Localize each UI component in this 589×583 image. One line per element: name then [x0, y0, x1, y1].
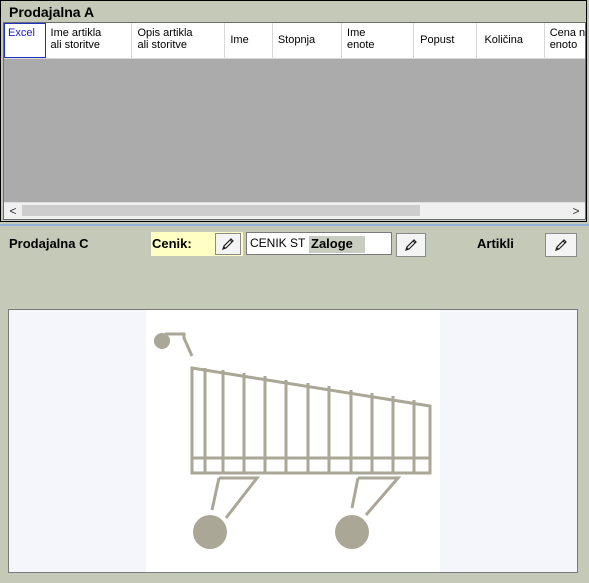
- image-preview: [8, 309, 578, 573]
- column-header-name[interactable]: Ime: [225, 23, 273, 58]
- column-header-rate[interactable]: Stopnja: [273, 23, 343, 58]
- column-header-quantity[interactable]: Količina: [477, 23, 545, 58]
- cenik-value: CENIK ST: [250, 236, 306, 250]
- panel-a-title: Prodajalna A: [9, 4, 95, 20]
- pencil-icon: [222, 238, 234, 250]
- cenik-label: Cenik:: [152, 236, 192, 251]
- shopping-cart-icon: [154, 332, 432, 549]
- scroll-right-arrow-icon[interactable]: >: [569, 204, 583, 218]
- panel-c-title: Prodajalna C: [9, 236, 89, 251]
- edit-zaloge-button[interactable]: [396, 233, 426, 257]
- scroll-thumb[interactable]: [22, 205, 420, 216]
- artikli-label: Artikli: [477, 236, 514, 251]
- column-header-unit-name[interactable]: Ime enote: [342, 23, 415, 58]
- column-header-excel[interactable]: Excel: [4, 23, 46, 58]
- edit-artikli-button[interactable]: [545, 233, 577, 257]
- edit-cenik-button[interactable]: [215, 233, 241, 255]
- zaloge-label: Zaloge: [309, 236, 365, 253]
- items-grid[interactable]: Excel Ime artikla ali storitve Opis arti…: [3, 22, 586, 220]
- image-canvas: [146, 310, 440, 572]
- grid-header: Excel Ime artikla ali storitve Opis arti…: [4, 23, 585, 59]
- pencil-icon: [555, 239, 567, 251]
- pencil-icon: [405, 239, 417, 251]
- column-header-unit-price[interactable]: Cena na enoto: [545, 23, 585, 58]
- column-header-item-name[interactable]: Ime artikla ali storitve: [46, 23, 133, 58]
- scroll-left-arrow-icon[interactable]: <: [6, 204, 20, 218]
- column-header-item-description[interactable]: Opis artikla ali storitve: [132, 23, 226, 58]
- panel-separator: [0, 224, 589, 226]
- column-header-discount[interactable]: Popust: [414, 23, 478, 58]
- horizontal-scrollbar[interactable]: < >: [4, 202, 585, 219]
- panel-prodajalna-a: Prodajalna A Excel Ime artikla ali stori…: [0, 0, 587, 222]
